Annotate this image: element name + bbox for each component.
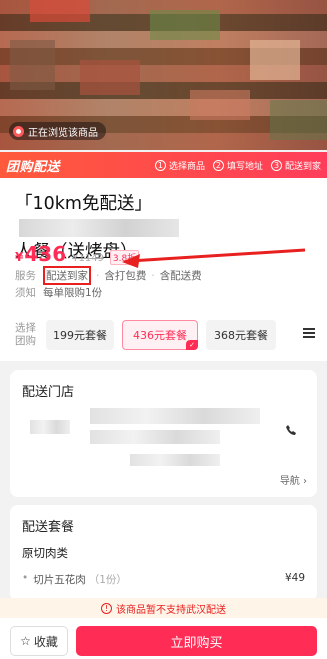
navigate-button[interactable]: 导航 › bbox=[280, 472, 307, 487]
browsing-badge-label: 正在浏览该商品 bbox=[28, 127, 98, 139]
banner-brand: 团购配送 bbox=[6, 159, 61, 175]
current-price: 436 bbox=[24, 242, 67, 266]
more-packages-menu-icon[interactable] bbox=[303, 328, 315, 338]
package-option-368[interactable]: 368元套餐 bbox=[206, 320, 276, 350]
blurred-store-name bbox=[30, 420, 70, 434]
delivery-restriction-notice: ! 该商品暂不支持武汉配送 bbox=[0, 598, 327, 618]
service-row: 服务 配送到家 · 含打包费 · 含配送费 bbox=[15, 266, 202, 285]
store-card: 配送门店 导航 › bbox=[10, 370, 317, 497]
bottom-action-bar: ☆ 收藏 立即购买 bbox=[0, 618, 327, 659]
red-arrow-annotation bbox=[122, 248, 306, 268]
service-delivery-highlight: 配送到家 bbox=[43, 266, 91, 285]
live-dot-icon bbox=[13, 125, 24, 137]
browsing-badge: 正在浏览该商品 bbox=[9, 122, 106, 140]
package-detail-title: 配送套餐 bbox=[22, 520, 75, 535]
notice-row: 须知 每单限购1份 bbox=[15, 287, 103, 299]
blurred-title-text bbox=[19, 219, 179, 237]
package-category: 原切肉类 bbox=[22, 546, 68, 560]
package-detail-card: 配送套餐 原切肉类 • 切片五花肉 （1份） ¥49 bbox=[10, 505, 317, 601]
step-2: 2 填写地址 bbox=[212, 159, 263, 172]
star-icon: ☆ bbox=[20, 634, 31, 648]
product-image[interactable]: 正在浏览该商品 bbox=[0, 0, 327, 150]
package-selector: 选择团购 199元套餐 436元套餐 ✓ 368元套餐 bbox=[0, 317, 327, 353]
step-1: 1 选择商品 bbox=[154, 159, 205, 172]
blurred-store-address bbox=[90, 408, 260, 424]
package-item: • 切片五花肉 （1份） ¥49 bbox=[22, 572, 305, 586]
step-3: 3 配送到家 bbox=[270, 159, 321, 172]
group-delivery-banner: 团购配送 1 选择商品 2 填写地址 3 配送到家 bbox=[0, 152, 327, 178]
warning-icon: ! bbox=[101, 602, 112, 614]
package-selector-label: 选择团购 bbox=[15, 322, 36, 347]
store-title: 配送门店 bbox=[22, 385, 75, 400]
package-option-436[interactable]: 436元套餐 ✓ bbox=[122, 320, 198, 350]
banner-steps: 1 选择商品 2 填写地址 3 配送到家 bbox=[154, 159, 321, 172]
phone-icon[interactable] bbox=[285, 424, 297, 436]
check-icon: ✓ bbox=[186, 340, 198, 350]
package-option-199[interactable]: 199元套餐 bbox=[46, 320, 114, 350]
favorite-button[interactable]: ☆ 收藏 bbox=[10, 626, 68, 656]
buy-now-button[interactable]: 立即购买 bbox=[76, 626, 317, 656]
